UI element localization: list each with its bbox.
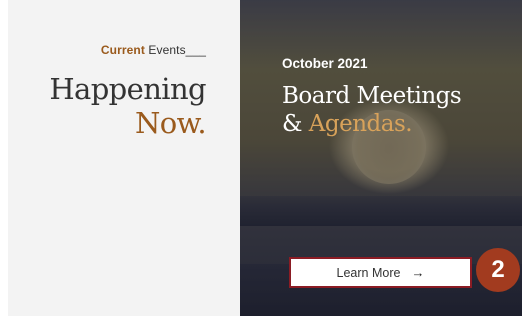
heading-line1: Happening — [49, 72, 206, 106]
current-label: Current — [100, 43, 145, 57]
events-label: Events___ — [148, 43, 206, 57]
current-events-panel: Current Events___ Happening Now. — [8, 0, 240, 316]
title-line2: Agendas. — [308, 111, 413, 137]
learn-more-label: Learn More — [336, 265, 401, 280]
step-badge: 2 — [476, 248, 520, 292]
feature-date: October 2021 — [282, 56, 368, 71]
happening-now-heading: Happening Now. — [49, 72, 206, 140]
feature-title: Board Meetings & Agendas. — [282, 82, 462, 138]
title-amp: & — [282, 111, 302, 137]
arrow-right-icon: → — [411, 265, 425, 280]
current-events-label: Current Events___ — [101, 43, 206, 57]
learn-more-button[interactable]: Learn More → — [289, 257, 472, 288]
title-line1: Board Meetings — [282, 83, 462, 109]
heading-line2: Now. — [134, 106, 207, 140]
